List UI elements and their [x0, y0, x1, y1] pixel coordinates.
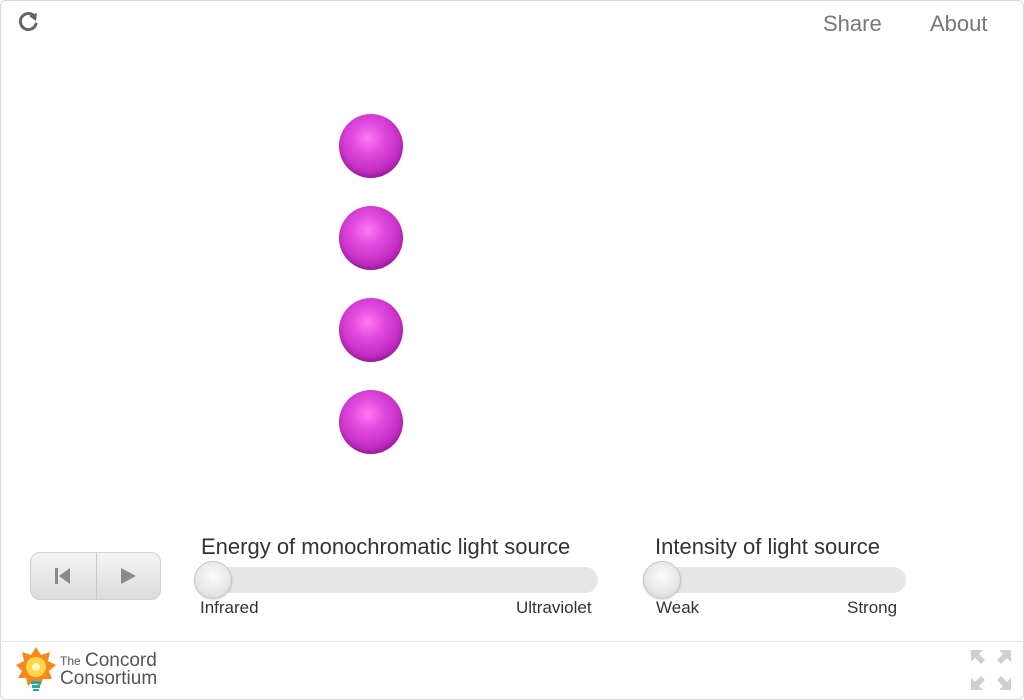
energy-slider-track[interactable] — [194, 567, 598, 593]
intensity-max-label: Strong — [847, 598, 898, 617]
atom — [339, 206, 403, 270]
concord-consortium-logo[interactable]: The Concord Consortium — [15, 645, 175, 693]
reset-icon — [55, 568, 70, 584]
energy-slider-handle[interactable] — [194, 561, 232, 599]
intensity-slider-track[interactable] — [643, 567, 906, 593]
energy-min-label: Infrared — [200, 598, 259, 617]
fullscreen-icon[interactable] — [969, 648, 1013, 692]
about-link[interactable]: About — [930, 11, 988, 37]
logo-text-the: The — [60, 654, 81, 668]
atom — [339, 114, 403, 178]
reload-icon[interactable] — [15, 9, 41, 35]
playback-controls — [30, 552, 161, 600]
app-frame: Share About Energy of monochromatic ligh… — [0, 0, 1024, 700]
play-button[interactable] — [96, 553, 161, 599]
intensity-slider-title: Intensity of light source — [655, 534, 881, 559]
logo-text-consortium: Consortium — [60, 668, 158, 689]
atom — [339, 298, 403, 362]
reset-button[interactable] — [31, 553, 97, 599]
energy-slider-title: Energy of monochromatic light source — [201, 534, 571, 559]
atom — [339, 390, 403, 454]
intensity-slider-handle[interactable] — [643, 561, 681, 599]
intensity-min-label: Weak — [656, 598, 700, 617]
footer-divider — [2, 641, 1024, 642]
energy-max-label: Ultraviolet — [516, 598, 592, 617]
play-icon — [121, 568, 136, 584]
share-link[interactable]: Share — [823, 11, 882, 37]
lightbulb-logo-icon — [16, 647, 56, 691]
